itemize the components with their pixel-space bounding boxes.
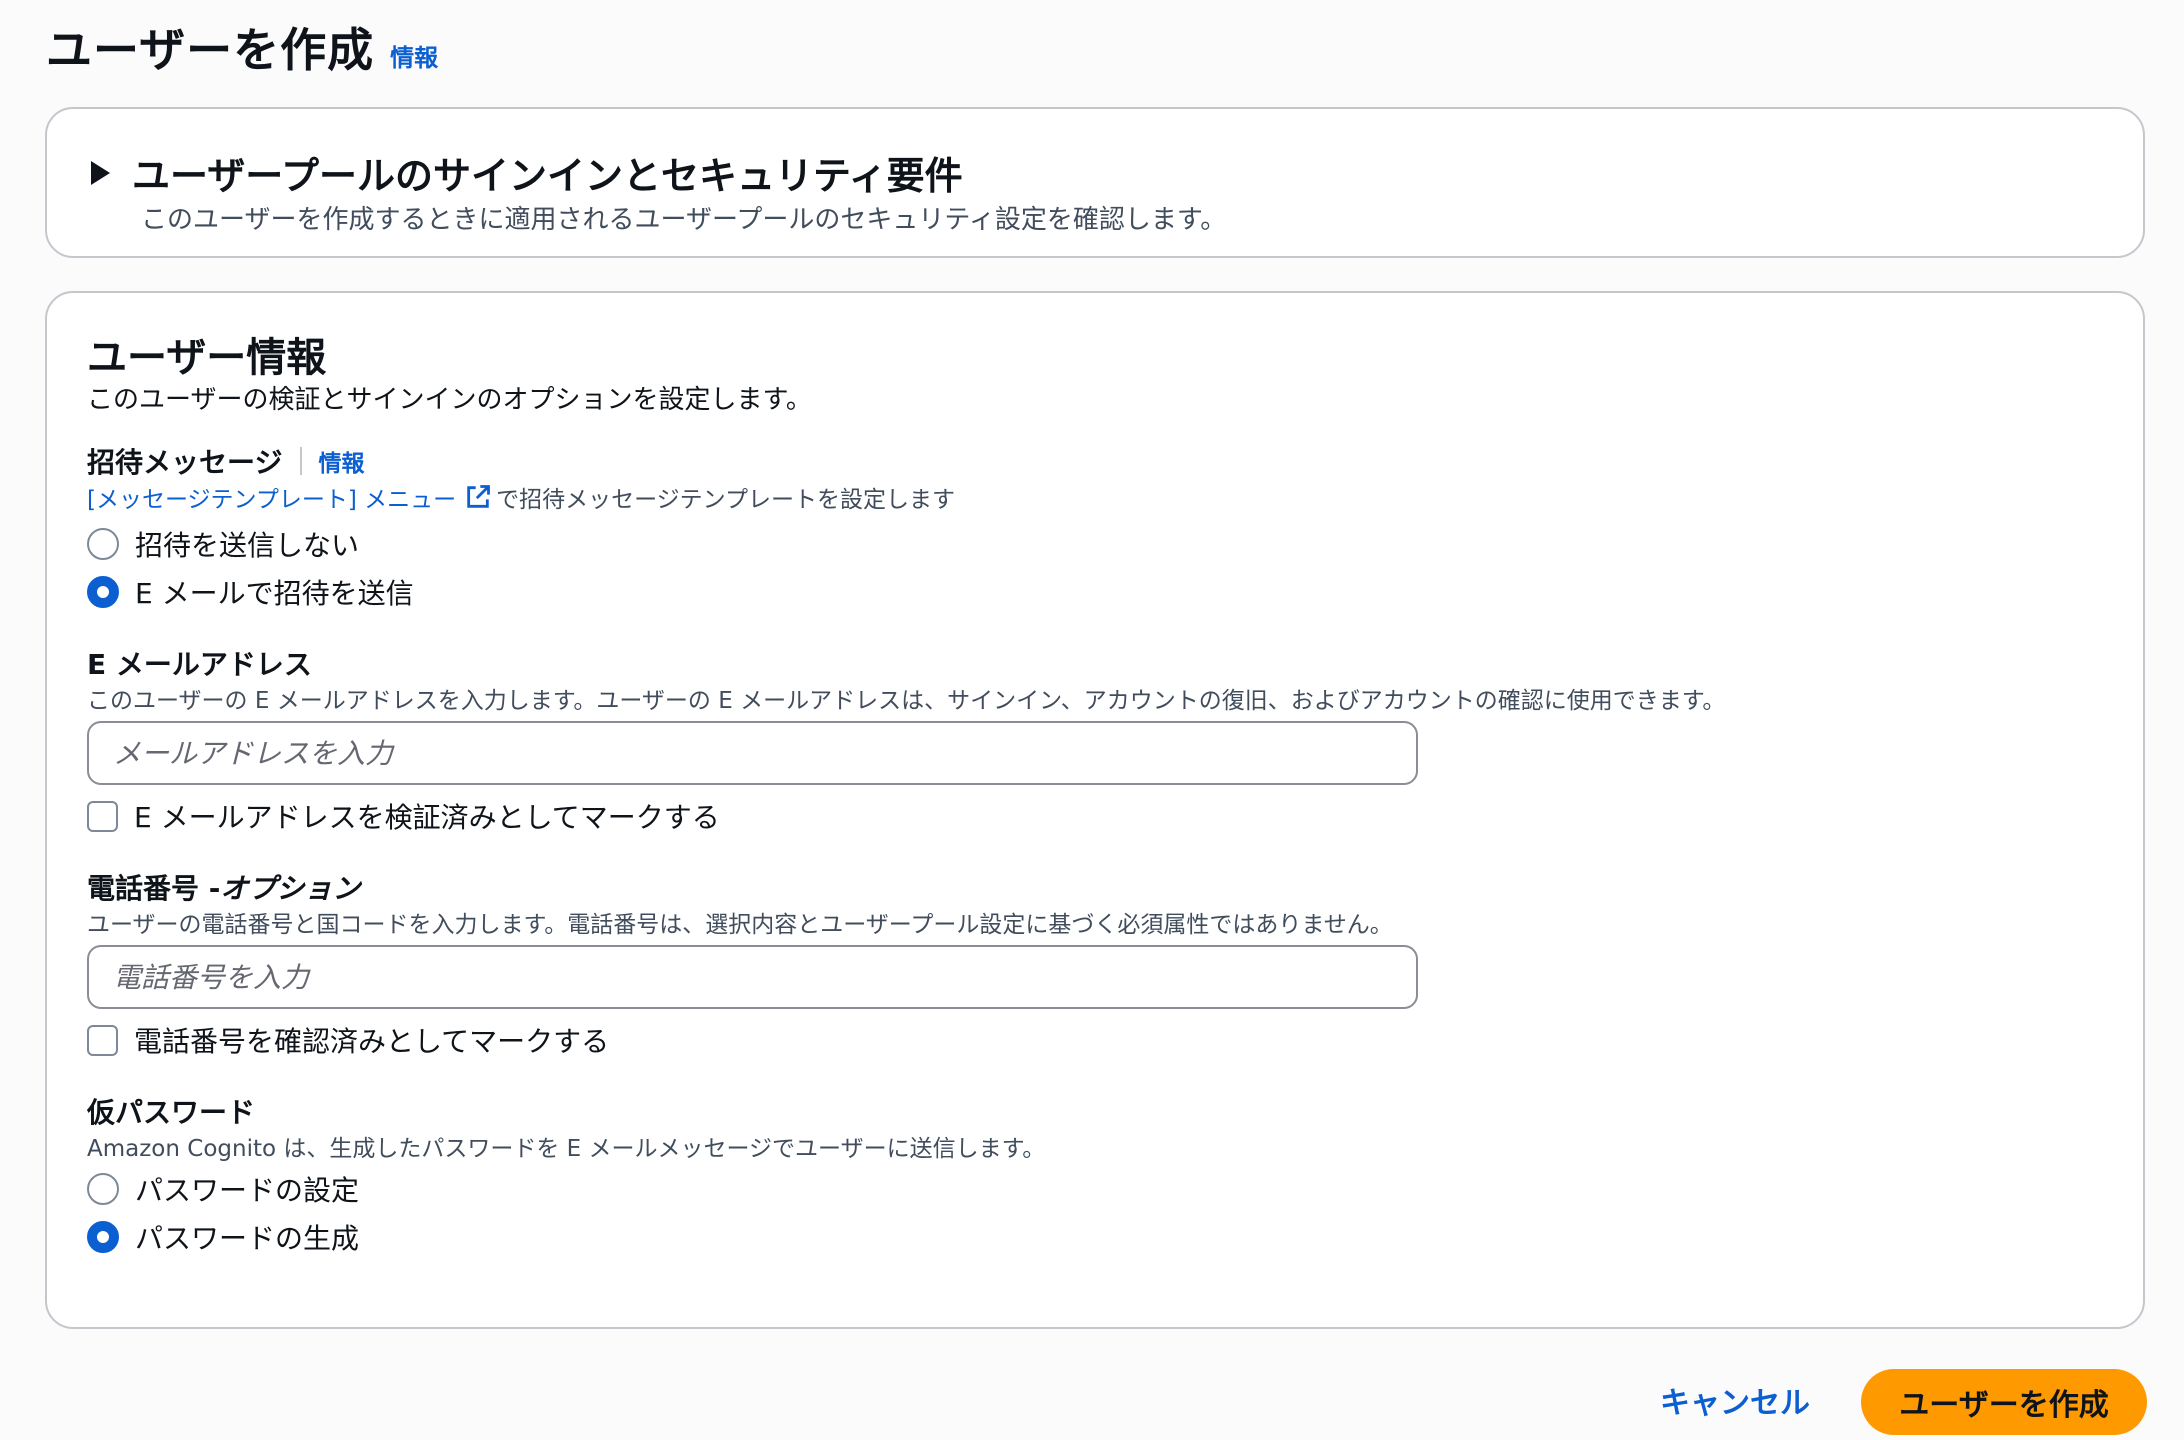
user-info-title: ユーザー情報: [87, 335, 327, 381]
radio-generate-password[interactable]: パスワードの生成: [87, 1217, 359, 1257]
radio-set-password[interactable]: パスワードの設定: [87, 1169, 359, 1209]
checkbox-label: E メールアドレスを検証済みとしてマークする: [134, 801, 720, 834]
header-info-link[interactable]: 情報: [390, 38, 438, 73]
email-label-row: E メールアドレス: [87, 643, 312, 683]
security-requirements-description: このユーザーを作成するときに適用されるユーザープールのセキュリティ設定を確認しま…: [141, 205, 1227, 235]
page-title: ユーザーを作成: [46, 23, 375, 77]
temp-password-label: 仮パスワード: [87, 1096, 256, 1129]
radio-circle-selected[interactable]: [87, 1221, 119, 1253]
security-requirements-panel: ユーザープールのサインインとセキュリティ要件 このユーザーを作成するときに適用さ…: [45, 107, 2145, 258]
radio-no-invitation[interactable]: 招待を送信しない: [87, 524, 359, 564]
radio-label: 招待を送信しない: [135, 529, 360, 562]
security-requirements-expander[interactable]: ユーザープールのサインインとセキュリティ要件: [91, 145, 963, 200]
phone-verified-checkbox[interactable]: 電話番号を確認済みとしてマークする: [87, 1020, 609, 1060]
phone-optional-label: オプション: [220, 872, 361, 905]
email-input[interactable]: [87, 721, 1418, 785]
radio-label: パスワードの設定: [135, 1174, 360, 1207]
email-description: このユーザーの E メールアドレスを入力します。ユーザーの E メールアドレスは…: [87, 688, 1726, 714]
message-template-link[interactable]: [メッセージテンプレート] メニュー: [87, 480, 456, 514]
user-info-description: このユーザーの検証とサインインのオプションを設定します。: [87, 385, 812, 415]
invitation-info-link[interactable]: 情報: [318, 444, 364, 478]
email-label: E メールアドレス: [87, 648, 312, 681]
radio-circle-selected[interactable]: [87, 576, 119, 608]
cancel-button[interactable]: キャンセル: [1660, 1378, 1810, 1422]
temp-password-label-row: 仮パスワード: [87, 1091, 255, 1131]
caret-right-icon: [91, 160, 110, 185]
radio-label: E メールで招待を送信: [135, 577, 414, 610]
radio-label: パスワードの生成: [135, 1222, 360, 1255]
invitation-template-hint: [メッセージテンプレート] メニュー で招待メッセージテンプレートを設定します: [87, 480, 955, 514]
email-verified-checkbox[interactable]: E メールアドレスを検証済みとしてマークする: [87, 796, 720, 836]
security-requirements-title: ユーザープールのサインインとセキュリティ要件: [132, 154, 963, 198]
invitation-label-row: 招待メッセージ 情報: [87, 441, 364, 481]
checkbox-box[interactable]: [87, 800, 118, 832]
invitation-label: 招待メッセージ: [87, 446, 283, 479]
create-user-button[interactable]: ユーザーを作成: [1861, 1369, 2147, 1435]
template-hint-suffix: で招待メッセージテンプレートを設定します: [496, 487, 955, 513]
phone-label-row: 電話番号 - オプション: [87, 867, 360, 907]
external-link-icon[interactable]: [464, 483, 492, 511]
phone-input[interactable]: [87, 945, 1418, 1009]
page-header: ユーザーを作成 情報: [46, 14, 438, 80]
temp-password-description: Amazon Cognito は、生成したパスワードを E メールメッセージでユ…: [87, 1136, 1046, 1162]
checkbox-label: 電話番号を確認済みとしてマークする: [134, 1025, 610, 1058]
radio-circle[interactable]: [87, 528, 119, 560]
radio-circle[interactable]: [87, 1173, 119, 1205]
checkbox-box[interactable]: [87, 1024, 118, 1056]
phone-description: ユーザーの電話番号と国コードを入力します。電話番号は、選択内容とユーザープール設…: [87, 912, 1393, 938]
create-user-page: ユーザーを作成 情報 ユーザープールのサインインとセキュリティ要件 このユーザー…: [0, 0, 2184, 1440]
phone-label: 電話番号 -: [87, 872, 221, 905]
label-divider: [300, 447, 303, 475]
user-info-panel: ユーザー情報 このユーザーの検証とサインインのオプションを設定します。 招待メッ…: [45, 291, 2145, 1329]
radio-email-invitation[interactable]: E メールで招待を送信: [87, 572, 414, 612]
